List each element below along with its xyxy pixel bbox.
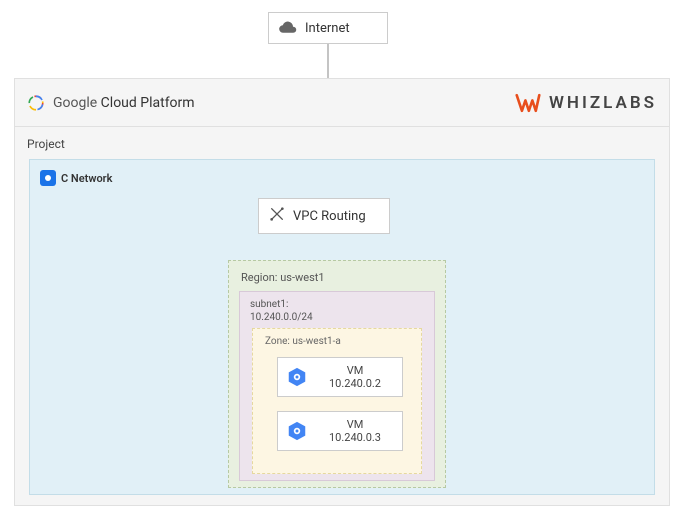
vm-ip: 10.240.0.3: [316, 431, 394, 444]
gcp-logo-icon: [27, 94, 45, 112]
subnet-name: subnet1:: [250, 298, 313, 311]
routing-icon: [269, 206, 285, 226]
zone-label: Zone: us-west1-a: [265, 336, 341, 347]
zone-container: Zone: us-west1-a VM 10.240.0.2: [252, 328, 422, 474]
vm-node: VM 10.240.0.2: [277, 357, 403, 397]
subnet-container: subnet1: 10.240.0.0/24 Zone: us-west1-a: [239, 291, 435, 481]
vpc-routing-node: VPC Routing: [258, 198, 390, 234]
vm-ip: 10.240.0.2: [316, 377, 394, 390]
vm-name: VM: [316, 364, 394, 377]
compute-engine-icon: [286, 420, 308, 442]
gcp-logo: Google Cloud Platform: [27, 94, 195, 112]
gcp-text: Google Cloud Platform: [53, 95, 195, 111]
project-label: Project: [27, 137, 65, 151]
vpc-routing-label: VPC Routing: [293, 209, 366, 224]
network-icon: [40, 170, 56, 186]
vm-name: VM: [316, 418, 394, 431]
network-label: C Network: [40, 170, 112, 186]
region-label: Region: us-west1: [241, 271, 325, 284]
subnet-cidr: 10.240.0.0/24: [250, 311, 313, 324]
network-label-text: C Network: [61, 172, 112, 185]
cloud-icon: [279, 19, 297, 37]
platform-header: Google Cloud Platform WHIZLABS: [14, 78, 670, 126]
compute-engine-icon: [286, 366, 308, 388]
gcp-text-prefix: Google: [53, 95, 101, 111]
internet-label: Internet: [305, 21, 350, 36]
gcp-text-suffix: Cloud Platform: [101, 95, 195, 111]
whizlabs-logo: WHIZLABS: [515, 93, 657, 113]
vm-node: VM 10.240.0.3: [277, 411, 403, 451]
project-container: Project C Network VPC Routing Region: us…: [14, 126, 670, 506]
region-container: Region: us-west1 subnet1: 10.240.0.0/24 …: [228, 260, 446, 488]
subnet-label: subnet1: 10.240.0.0/24: [250, 298, 313, 324]
internet-node: Internet: [268, 12, 388, 44]
network-container: C Network VPC Routing Region: us-west1 s…: [29, 159, 655, 495]
whizlabs-mark-icon: [515, 93, 541, 113]
whizlabs-label: WHIZLABS: [549, 93, 657, 113]
